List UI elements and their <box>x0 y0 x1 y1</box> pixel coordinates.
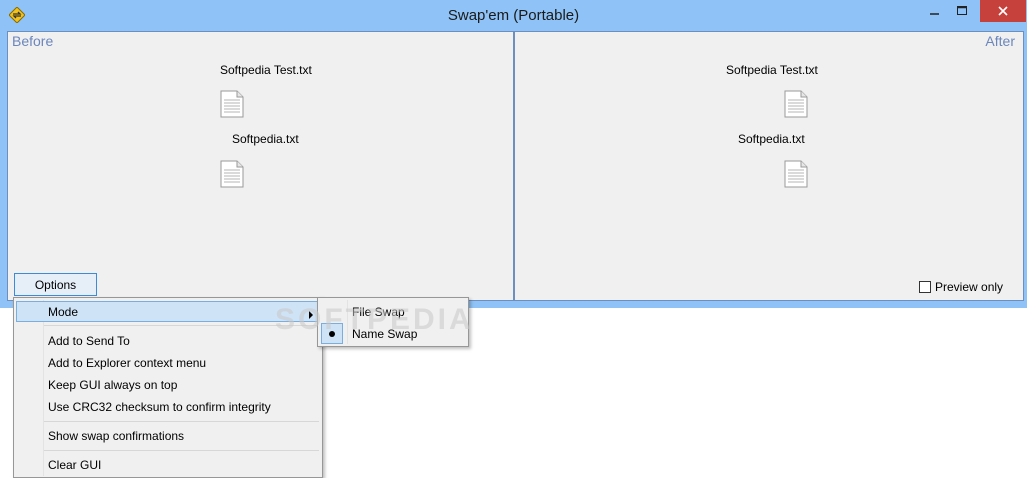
menu-item-mode-label[interactable]: Mode <box>48 305 78 319</box>
maximize-button[interactable] <box>949 0 975 22</box>
before-file-name-2[interactable]: Softpedia.txt <box>232 132 299 146</box>
submenu-gutter <box>347 300 348 344</box>
before-label: Before <box>12 33 54 49</box>
options-menu: Mode Add to Send To Add to Explorer cont… <box>13 297 323 478</box>
close-icon <box>998 6 1008 16</box>
options-button[interactable]: Options <box>14 273 97 296</box>
menu-item-clear-gui[interactable]: Clear GUI <box>48 458 101 472</box>
window-title: Swap'em (Portable) <box>447 7 580 24</box>
selected-indicator <box>321 323 343 344</box>
maximize-icon <box>957 6 967 15</box>
submenu-item-file-swap[interactable]: File Swap <box>352 305 405 319</box>
text-file-icon[interactable] <box>220 90 244 118</box>
menu-separator <box>44 421 319 422</box>
menu-item-show-confirmations[interactable]: Show swap confirmations <box>48 429 184 443</box>
preview-only-checkbox[interactable]: Preview only <box>919 280 1003 294</box>
before-file-name-1[interactable]: Softpedia Test.txt <box>220 63 312 77</box>
after-file-name-1[interactable]: Softpedia Test.txt <box>726 63 818 77</box>
menu-separator <box>44 325 319 326</box>
after-file-name-2[interactable]: Softpedia.txt <box>738 132 805 146</box>
radio-bullet-icon <box>329 330 335 337</box>
mode-submenu: File Swap Name Swap <box>317 297 469 347</box>
preview-only-label: Preview only <box>935 280 1004 294</box>
text-file-icon[interactable] <box>220 160 244 188</box>
close-button[interactable] <box>980 0 1026 22</box>
title-bar[interactable]: Swap'em (Portable) <box>0 0 1027 30</box>
menu-item-add-to-send-to[interactable]: Add to Send To <box>48 334 130 348</box>
minimize-button[interactable] <box>922 0 948 22</box>
minimize-icon <box>930 13 939 15</box>
after-label: After <box>985 33 1015 49</box>
text-file-icon[interactable] <box>784 160 808 188</box>
after-panel[interactable]: After Softpedia Test.txt Softpedia.txt <box>514 31 1024 301</box>
menu-separator <box>44 450 319 451</box>
submenu-item-name-swap[interactable]: Name Swap <box>352 327 417 341</box>
menu-item-add-to-explorer[interactable]: Add to Explorer context menu <box>48 356 206 370</box>
menu-item-keep-on-top[interactable]: Keep GUI always on top <box>48 378 177 392</box>
before-panel[interactable]: Before Softpedia Test.txt Softpedia.txt <box>7 31 514 301</box>
app-window: Swap'em (Portable) Before Softpedia Test… <box>0 0 1027 308</box>
checkbox-box[interactable] <box>919 281 931 293</box>
text-file-icon[interactable] <box>784 90 808 118</box>
menu-item-crc32[interactable]: Use CRC32 checksum to confirm integrity <box>48 400 271 414</box>
submenu-arrow-icon <box>309 311 313 319</box>
